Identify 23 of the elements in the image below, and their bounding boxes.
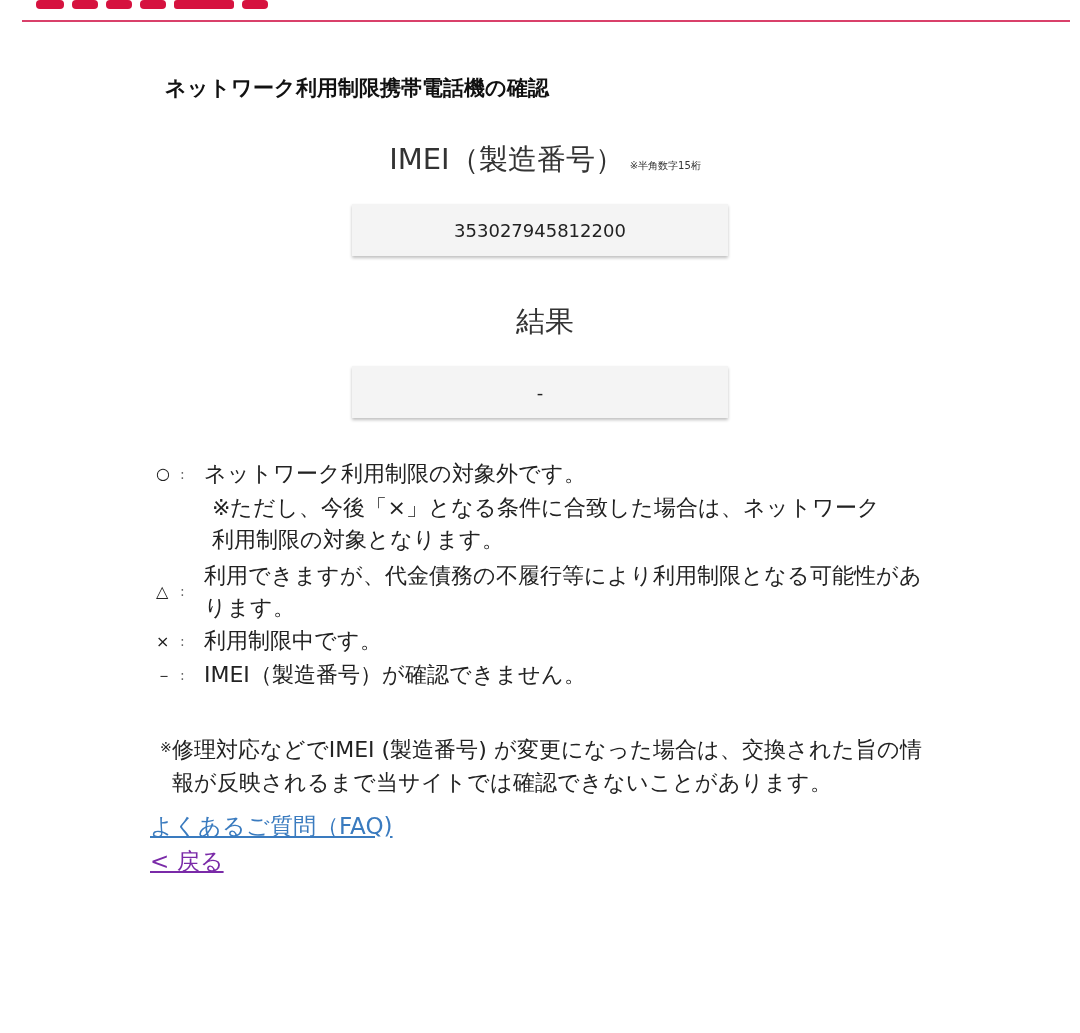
footnote-mark: ※: [160, 738, 172, 756]
legend-symbol: △: [155, 580, 170, 603]
back-link[interactable]: < 戻る: [150, 843, 224, 879]
colon-mark: :: [180, 666, 186, 686]
result-field: -: [352, 366, 728, 418]
colon-mark: :: [180, 632, 186, 652]
imei-label: IMEI（製造番号）: [389, 142, 624, 176]
legend-symbol: ×: [155, 630, 171, 653]
footnote-text: 修理対応などでIMEI (製造番号) が変更になった場合は、交換された旨の情報が反映されるまで当サイトでは確認できないことがあります。: [171, 736, 923, 798]
legend-text: IMEI（製造番号）が確認できません。: [204, 661, 587, 690]
colon-mark: :: [180, 582, 186, 602]
colon-mark: :: [180, 464, 186, 484]
legend-text: 利用制限中です。: [204, 627, 383, 656]
result-label: 結果: [516, 304, 574, 338]
legend-text: ネットワーク利用制限の対象外です。: [204, 460, 587, 488]
imei-hint: ※半角数字15桁: [629, 160, 701, 171]
legend-symbol: －: [155, 664, 173, 687]
legend-note: ※ただし、今後「×」となる条件に合致した場合は、ネットワーク利用制限の対象となります。: [212, 493, 881, 554]
legend-symbol: ○: [155, 463, 171, 486]
imei-field[interactable]: 353027945812200: [352, 204, 728, 256]
legend-text: 利用できますが、代金債務の不履行等により利用制限となる可能性があります。: [204, 561, 923, 622]
faq-link[interactable]: よくあるご質問（FAQ): [150, 809, 393, 844]
page-title: ネットワーク利用制限携帯電話機の確認: [165, 75, 551, 102]
